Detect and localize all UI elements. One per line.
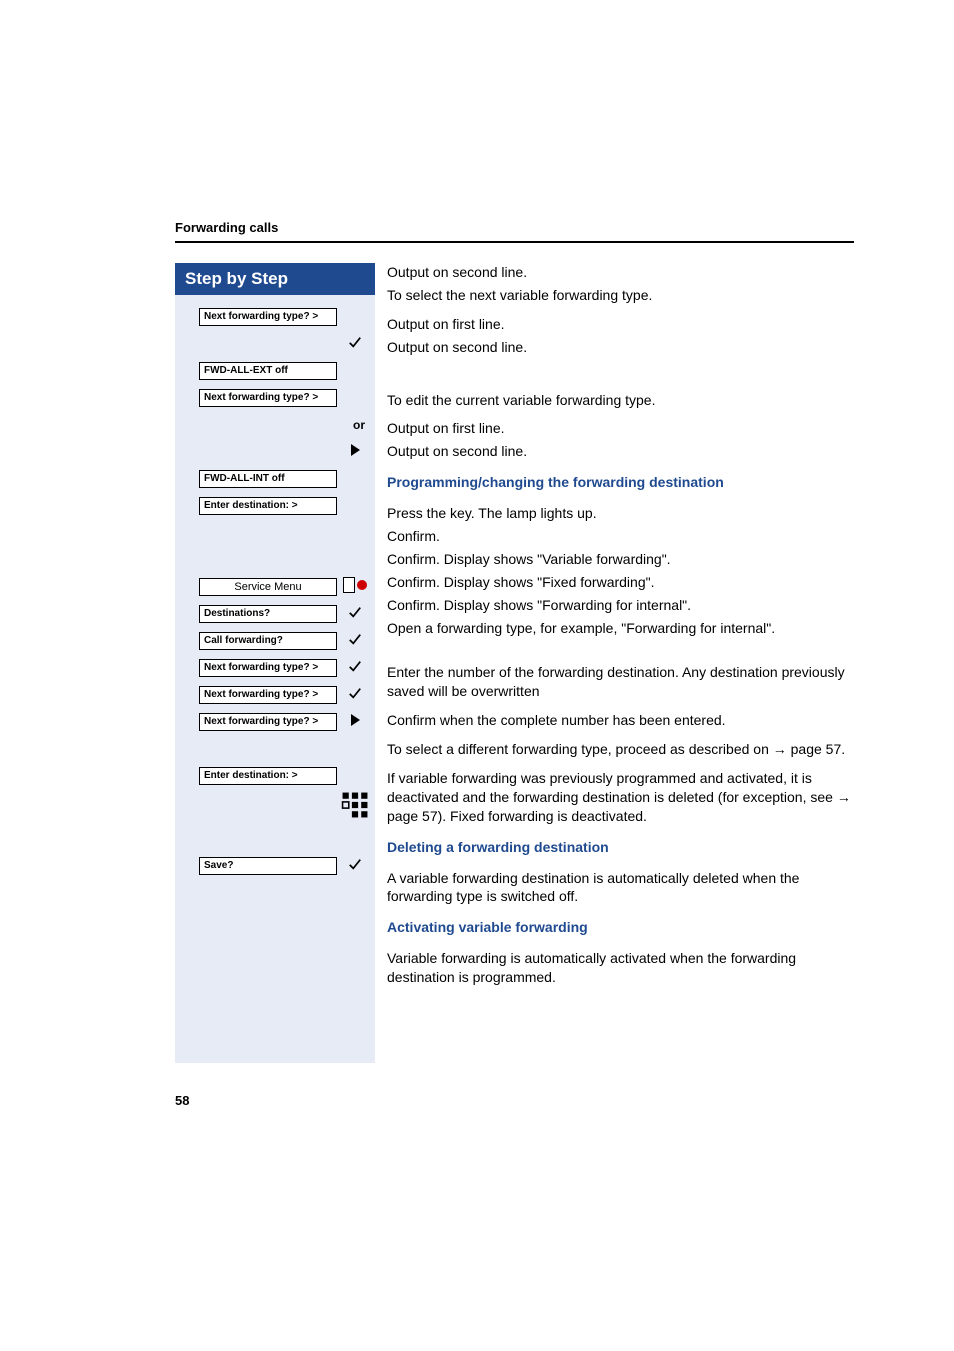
check-icon xyxy=(341,686,369,705)
para: Output on second line. xyxy=(387,338,854,357)
heading-programming: Programming/changing the forwarding dest… xyxy=(387,473,854,492)
para: If variable forwarding was previously pr… xyxy=(387,769,854,826)
triangle-right-icon xyxy=(341,443,369,461)
display-call-forwarding: Call forwarding? xyxy=(199,632,337,650)
heading-activating: Activating variable forwarding xyxy=(387,918,854,937)
para: Press the key. The lamp lights up. xyxy=(387,504,854,523)
para: Enter the number of the forwarding desti… xyxy=(387,663,854,701)
arrow-right-icon: → xyxy=(773,741,787,757)
para: Variable forwarding is automatically act… xyxy=(387,949,854,987)
display-next-forwarding-5: Next forwarding type? > xyxy=(199,713,337,731)
para: Confirm. Display shows "Forwarding for i… xyxy=(387,596,854,615)
or-divider: or xyxy=(181,418,369,432)
keypad-icon xyxy=(341,791,369,824)
body-text: Output on second line. To select the nex… xyxy=(375,263,854,1063)
para: Output on first line. xyxy=(387,419,854,438)
display-destinations: Destinations? xyxy=(199,605,337,623)
para: Confirm. xyxy=(387,527,854,546)
display-enter-destination-1: Enter destination: > xyxy=(199,497,337,515)
check-icon xyxy=(341,335,369,354)
display-enter-destination-2: Enter destination: > xyxy=(199,767,337,785)
page-number: 58 xyxy=(175,1093,854,1108)
arrow-right-icon: → xyxy=(837,789,851,805)
heading-deleting: Deleting a forwarding destination xyxy=(387,838,854,857)
step-by-step-title: Step by Step xyxy=(175,263,375,295)
running-header: Forwarding calls xyxy=(175,220,854,235)
display-save: Save? xyxy=(199,857,337,875)
display-fwd-ext-off: FWD-ALL-EXT off xyxy=(199,362,337,380)
para: To edit the current variable forwarding … xyxy=(387,391,854,410)
check-icon xyxy=(341,659,369,678)
display-fwd-int-off: FWD-ALL-INT off xyxy=(199,470,337,488)
check-icon xyxy=(341,857,369,876)
lamp-icon xyxy=(341,577,369,598)
para: Confirm when the complete number has bee… xyxy=(387,711,854,730)
display-next-forwarding-1: Next forwarding type? > xyxy=(199,308,337,326)
display-next-forwarding-2: Next forwarding type? > xyxy=(199,389,337,407)
triangle-right-icon xyxy=(341,713,369,731)
display-next-forwarding-4: Next forwarding type? > xyxy=(199,686,337,704)
display-next-forwarding-3: Next forwarding type? > xyxy=(199,659,337,677)
check-icon xyxy=(341,632,369,651)
para: Output on first line. xyxy=(387,315,854,334)
para: A variable forwarding destination is aut… xyxy=(387,869,854,907)
para: Open a forwarding type, for example, "Fo… xyxy=(387,619,854,638)
para: To select the next variable forwarding t… xyxy=(387,286,854,305)
para: Confirm. Display shows "Fixed forwarding… xyxy=(387,573,854,592)
para: Confirm. Display shows "Variable forward… xyxy=(387,550,854,569)
para: To select a different forwarding type, p… xyxy=(387,740,854,759)
header-rule xyxy=(175,241,854,243)
para: Output on second line. xyxy=(387,263,854,282)
step-by-step-panel: Step by Step Next forwarding type? > FWD… xyxy=(175,263,375,1063)
check-icon xyxy=(341,605,369,624)
para: Output on second line. xyxy=(387,442,854,461)
display-service-menu: Service Menu xyxy=(199,578,337,596)
